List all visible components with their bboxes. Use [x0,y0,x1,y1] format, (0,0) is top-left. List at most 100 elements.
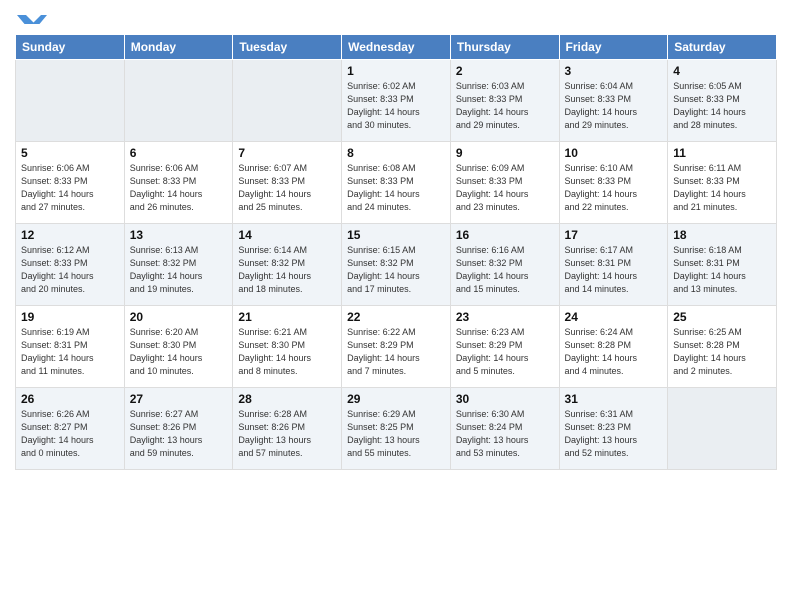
day-info: Sunrise: 6:22 AM Sunset: 8:29 PM Dayligh… [347,326,445,378]
calendar-cell: 31 Sunrise: 6:31 AM Sunset: 8:23 PM Dayli… [559,388,668,470]
day-number: 14 [238,228,336,242]
day-number: 20 [130,310,228,324]
day-number: 16 [456,228,554,242]
calendar-cell: 12 Sunrise: 6:12 AM Sunset: 8:33 PM Dayli… [16,224,125,306]
calendar-cell: 8Sunrise: 6:08 AM Sunset: 8:33 PM Daylig… [342,142,451,224]
day-info: Sunrise: 6:04 AM Sunset: 8:33 PM Dayligh… [565,80,663,132]
day-info: Sunrise: 6:08 AM Sunset: 8:33 PM Dayligh… [347,162,445,214]
calendar-cell: 25 Sunrise: 6:25 AM Sunset: 8:28 PM Dayli… [668,306,777,388]
weekday-friday: Friday [559,35,668,60]
weekday-header-row: SundayMondayTuesdayWednesdayThursdayFrid… [16,35,777,60]
day-info: Sunrise: 6:26 AM Sunset: 8:27 PM Dayligh… [21,408,119,460]
calendar-cell: 20 Sunrise: 6:20 AM Sunset: 8:30 PM Dayli… [124,306,233,388]
weekday-thursday: Thursday [450,35,559,60]
day-info: Sunrise: 6:13 AM Sunset: 8:32 PM Dayligh… [130,244,228,296]
day-info: Sunrise: 6:16 AM Sunset: 8:32 PM Dayligh… [456,244,554,296]
day-info: Sunrise: 6:15 AM Sunset: 8:32 PM Dayligh… [347,244,445,296]
day-number: 5 [21,146,119,160]
day-number: 7 [238,146,336,160]
day-number: 27 [130,392,228,406]
day-number: 13 [130,228,228,242]
day-info: Sunrise: 6:18 AM Sunset: 8:31 PM Dayligh… [673,244,771,296]
calendar-cell: 29 Sunrise: 6:29 AM Sunset: 8:25 PM Dayli… [342,388,451,470]
day-number: 25 [673,310,771,324]
weekday-sunday: Sunday [16,35,125,60]
week-row-3: 12 Sunrise: 6:12 AM Sunset: 8:33 PM Dayli… [16,224,777,306]
week-row-1: 1 Sunrise: 6:02 AM Sunset: 8:33 PM Daylig… [16,60,777,142]
day-number: 19 [21,310,119,324]
week-row-4: 19 Sunrise: 6:19 AM Sunset: 8:31 PM Dayli… [16,306,777,388]
day-info: Sunrise: 6:12 AM Sunset: 8:33 PM Dayligh… [21,244,119,296]
day-number: 30 [456,392,554,406]
day-number: 15 [347,228,445,242]
day-number: 1 [347,64,445,78]
day-number: 28 [238,392,336,406]
day-info: Sunrise: 6:19 AM Sunset: 8:31 PM Dayligh… [21,326,119,378]
calendar-cell [124,60,233,142]
calendar-cell: 16 Sunrise: 6:16 AM Sunset: 8:32 PM Dayli… [450,224,559,306]
calendar-cell: 10Sunrise: 6:10 AM Sunset: 8:33 PM Dayli… [559,142,668,224]
day-info: Sunrise: 6:29 AM Sunset: 8:25 PM Dayligh… [347,408,445,460]
calendar: SundayMondayTuesdayWednesdayThursdayFrid… [15,34,777,470]
weekday-tuesday: Tuesday [233,35,342,60]
calendar-cell: 3 Sunrise: 6:04 AM Sunset: 8:33 PM Daylig… [559,60,668,142]
calendar-cell: 14 Sunrise: 6:14 AM Sunset: 8:32 PM Dayli… [233,224,342,306]
day-number: 6 [130,146,228,160]
day-info: Sunrise: 6:09 AM Sunset: 8:33 PM Dayligh… [456,162,554,214]
logo-icon [17,10,47,26]
day-info: Sunrise: 6:31 AM Sunset: 8:23 PM Dayligh… [565,408,663,460]
page: SundayMondayTuesdayWednesdayThursdayFrid… [0,0,792,612]
logo-text [15,10,47,28]
calendar-cell: 22 Sunrise: 6:22 AM Sunset: 8:29 PM Dayli… [342,306,451,388]
day-number: 31 [565,392,663,406]
calendar-cell: 26 Sunrise: 6:26 AM Sunset: 8:27 PM Dayli… [16,388,125,470]
day-info: Sunrise: 6:03 AM Sunset: 8:33 PM Dayligh… [456,80,554,132]
calendar-cell: 18 Sunrise: 6:18 AM Sunset: 8:31 PM Dayli… [668,224,777,306]
day-number: 22 [347,310,445,324]
header [15,10,777,28]
day-number: 17 [565,228,663,242]
day-number: 12 [21,228,119,242]
day-number: 4 [673,64,771,78]
day-number: 29 [347,392,445,406]
day-info: Sunrise: 6:28 AM Sunset: 8:26 PM Dayligh… [238,408,336,460]
weekday-wednesday: Wednesday [342,35,451,60]
calendar-cell: 17 Sunrise: 6:17 AM Sunset: 8:31 PM Dayli… [559,224,668,306]
day-info: Sunrise: 6:23 AM Sunset: 8:29 PM Dayligh… [456,326,554,378]
logo [15,10,47,28]
calendar-cell: 7 Sunrise: 6:07 AM Sunset: 8:33 PM Daylig… [233,142,342,224]
day-info: Sunrise: 6:25 AM Sunset: 8:28 PM Dayligh… [673,326,771,378]
calendar-cell: 30 Sunrise: 6:30 AM Sunset: 8:24 PM Dayli… [450,388,559,470]
day-number: 11 [673,146,771,160]
calendar-cell: 9 Sunrise: 6:09 AM Sunset: 8:33 PM Daylig… [450,142,559,224]
calendar-cell: 28 Sunrise: 6:28 AM Sunset: 8:26 PM Dayli… [233,388,342,470]
calendar-cell: 21Sunrise: 6:21 AM Sunset: 8:30 PM Dayli… [233,306,342,388]
calendar-cell [668,388,777,470]
day-info: Sunrise: 6:06 AM Sunset: 8:33 PM Dayligh… [21,162,119,214]
calendar-cell: 5 Sunrise: 6:06 AM Sunset: 8:33 PM Daylig… [16,142,125,224]
calendar-cell [16,60,125,142]
weekday-saturday: Saturday [668,35,777,60]
day-number: 2 [456,64,554,78]
day-number: 26 [21,392,119,406]
calendar-cell: 27 Sunrise: 6:27 AM Sunset: 8:26 PM Dayli… [124,388,233,470]
day-info: Sunrise: 6:20 AM Sunset: 8:30 PM Dayligh… [130,326,228,378]
day-info: Sunrise: 6:11 AM Sunset: 8:33 PM Dayligh… [673,162,771,214]
day-info: Sunrise: 6:14 AM Sunset: 8:32 PM Dayligh… [238,244,336,296]
day-info: Sunrise: 6:07 AM Sunset: 8:33 PM Dayligh… [238,162,336,214]
day-number: 21 [238,310,336,324]
calendar-cell: 1 Sunrise: 6:02 AM Sunset: 8:33 PM Daylig… [342,60,451,142]
calendar-cell: 13 Sunrise: 6:13 AM Sunset: 8:32 PM Dayli… [124,224,233,306]
week-row-2: 5 Sunrise: 6:06 AM Sunset: 8:33 PM Daylig… [16,142,777,224]
day-number: 18 [673,228,771,242]
day-info: Sunrise: 6:17 AM Sunset: 8:31 PM Dayligh… [565,244,663,296]
day-info: Sunrise: 6:02 AM Sunset: 8:33 PM Dayligh… [347,80,445,132]
day-info: Sunrise: 6:30 AM Sunset: 8:24 PM Dayligh… [456,408,554,460]
day-number: 23 [456,310,554,324]
day-number: 9 [456,146,554,160]
calendar-cell: 6Sunrise: 6:06 AM Sunset: 8:33 PM Daylig… [124,142,233,224]
day-number: 3 [565,64,663,78]
day-info: Sunrise: 6:27 AM Sunset: 8:26 PM Dayligh… [130,408,228,460]
calendar-cell: 19 Sunrise: 6:19 AM Sunset: 8:31 PM Dayli… [16,306,125,388]
calendar-cell: 23 Sunrise: 6:23 AM Sunset: 8:29 PM Dayli… [450,306,559,388]
